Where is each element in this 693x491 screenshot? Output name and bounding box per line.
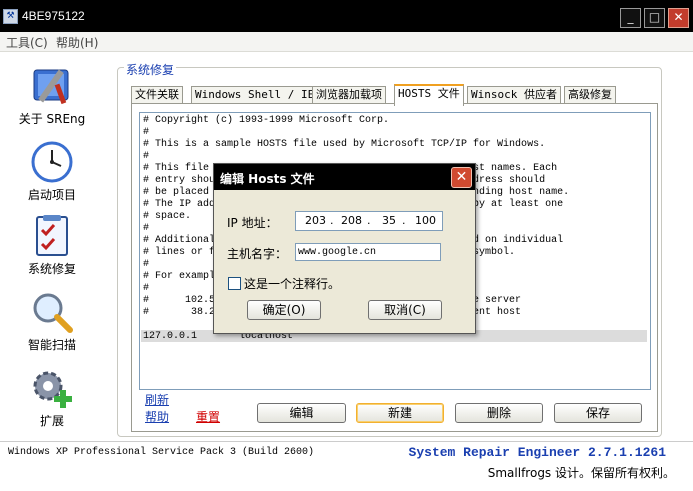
hosts-line[interactable]: #	[143, 283, 149, 295]
hosts-line[interactable]: # space.	[143, 211, 191, 223]
tab-winsock[interactable]: Winsock 供应者	[467, 86, 561, 103]
app-icon: ⚒	[3, 9, 18, 24]
dialog-title: 编辑 Hosts 文件	[220, 172, 315, 186]
magnifier-icon	[30, 290, 74, 334]
hosts-line[interactable]: #	[143, 127, 149, 139]
group-title: 系统修复	[124, 61, 177, 78]
tab-advanced-repair[interactable]: 高级修复	[564, 86, 616, 103]
sidebar-item-label: 关于 SREng	[18, 112, 86, 126]
hostname-input[interactable]: www.google.cn	[295, 243, 441, 261]
product-name: System Repair Engineer 2.7.1.1261	[408, 445, 666, 460]
ip-dot: .	[367, 214, 371, 227]
ip-octet-2: 208	[341, 214, 362, 227]
menu-tools[interactable]: 工具(C)	[6, 34, 48, 51]
ip-address-label: IP 地址：	[227, 216, 278, 230]
clock-icon	[30, 140, 74, 184]
help-link[interactable]: 帮助	[145, 408, 169, 425]
hostname-label: 主机名字：	[227, 247, 288, 261]
sidebar-item-startup[interactable]: 启动项目	[0, 140, 104, 203]
sidebar-item-label: 系统修复	[27, 262, 76, 276]
menu-bar: 工具(C) 帮助(H)	[0, 32, 693, 52]
tab-windows-shell[interactable]: Windows Shell / IE	[191, 86, 319, 103]
sidebar-item-about[interactable]: 关于 SREng	[0, 64, 104, 127]
save-button[interactable]: 保存	[554, 403, 642, 423]
os-version-text: Windows XP Professional Service Pack 3 (…	[8, 447, 315, 458]
sidebar-item-label: 扩展	[39, 414, 64, 428]
maximize-button[interactable]: □	[644, 8, 665, 28]
sidebar-item-system-repair[interactable]: 系统修复	[0, 214, 104, 277]
hosts-line[interactable]: # For exampl	[143, 271, 215, 283]
ip-dot: .	[330, 214, 334, 227]
tab-hosts-file[interactable]: HOSTS 文件	[394, 84, 464, 106]
tab-file-association[interactable]: 文件关联	[131, 86, 183, 103]
ok-button[interactable]: 确定(O)	[247, 300, 321, 320]
sidebar-item-extensions[interactable]: 扩展	[0, 366, 104, 429]
hosts-line[interactable]: # This is a sample HOSTS file used by Mi…	[143, 139, 545, 151]
hosts-line[interactable]: #	[143, 151, 149, 163]
tools-icon	[30, 64, 74, 108]
sidebar: 关于 SREng 启动项目 系统修复 智能扫描 扩展	[0, 52, 112, 440]
tab-browser-addons[interactable]: 浏览器加载项	[312, 86, 386, 103]
menu-help[interactable]: 帮助(H)	[56, 34, 98, 51]
dialog-title-bar: 编辑 Hosts 文件 ✕	[214, 164, 475, 190]
hosts-line[interactable]: #	[143, 259, 149, 271]
sidebar-item-smart-scan[interactable]: 智能扫描	[0, 290, 104, 353]
checklist-icon	[30, 214, 74, 258]
new-button[interactable]: 新建	[356, 403, 444, 423]
ip-octet-4: 100	[415, 214, 436, 227]
refresh-link[interactable]: 刷新	[145, 391, 169, 408]
hosts-line[interactable]: #	[143, 223, 149, 235]
edit-hosts-dialog: 编辑 Hosts 文件 ✕ IP 地址： 203 . 208 . 35 . 10…	[213, 163, 476, 334]
comment-checkbox-label: 这是一个注释行。	[244, 277, 341, 291]
cancel-button[interactable]: 取消(C)	[368, 300, 442, 320]
ip-octet-1: 203	[305, 214, 326, 227]
delete-button[interactable]: 删除	[455, 403, 543, 423]
dialog-close-button[interactable]: ✕	[451, 167, 472, 188]
copyright-text: Smallfrogs 设计。保留所有权利。	[487, 466, 675, 480]
window-title: 4BE975122	[22, 9, 85, 23]
close-button[interactable]: ✕	[668, 8, 689, 28]
ip-octet-3: 35	[382, 214, 396, 227]
gear-plus-icon	[30, 366, 74, 410]
sidebar-item-label: 智能扫描	[27, 338, 76, 352]
reset-link[interactable]: 重置	[196, 408, 220, 425]
comment-checkbox[interactable]	[228, 277, 241, 290]
ip-address-field[interactable]: 203 . 208 . 35 . 100	[295, 211, 443, 231]
sidebar-item-label: 启动项目	[27, 188, 76, 202]
edit-button[interactable]: 编辑	[257, 403, 346, 423]
title-bar: ⚒ 4BE975122 _ □ ✕	[0, 0, 693, 32]
ip-dot: .	[402, 214, 406, 227]
minimize-button[interactable]: _	[620, 8, 641, 28]
status-bar: Windows XP Professional Service Pack 3 (…	[0, 441, 693, 491]
hosts-line[interactable]: # Copyright (c) 1993-1999 Microsoft Corp…	[143, 115, 389, 127]
